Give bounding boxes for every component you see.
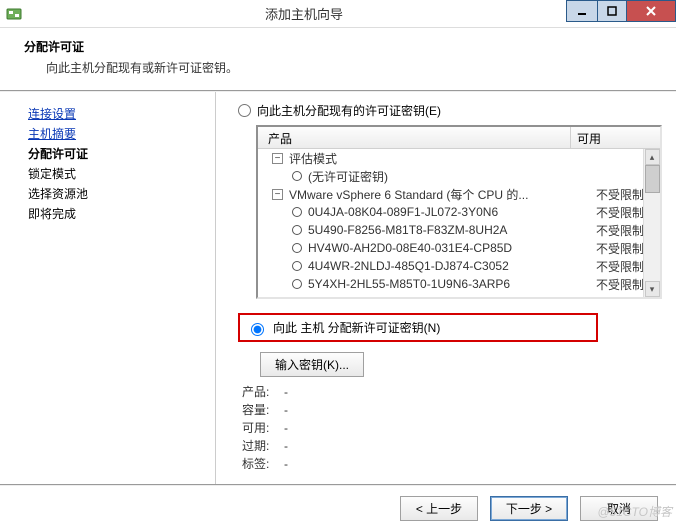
column-available[interactable]: 可用 (571, 127, 643, 148)
step-connection-settings[interactable]: 连接设置 (28, 104, 207, 124)
license-details: 产品:- 容量:- 可用:- 过期:- 标签:- (242, 383, 662, 473)
next-button[interactable]: 下一步 > (490, 496, 568, 521)
step-host-summary[interactable]: 主机摘要 (28, 124, 207, 144)
watermark: @51CTO博客 (597, 503, 672, 520)
radio-icon[interactable] (292, 207, 302, 217)
step-ready-complete: 即将完成 (28, 204, 207, 224)
detail-available-value: - (284, 419, 288, 437)
detail-expire-value: - (284, 437, 288, 455)
radio-icon[interactable] (292, 243, 302, 253)
radio-icon[interactable] (292, 261, 302, 271)
tree-item-key[interactable]: HV4W0-AH2D0-08E40-031E4-CP85D 不受限制 (258, 239, 660, 257)
radio-new-key-label: 向此 主机 分配新许可证密钥(N) (273, 319, 440, 336)
detail-expire-label: 过期: (242, 437, 284, 455)
detail-label-label: 标签: (242, 455, 284, 473)
detail-label-value: - (284, 455, 288, 473)
page-subtitle: 向此主机分配现有或新许可证密钥。 (46, 59, 662, 76)
tree-item-key[interactable]: 0U4JA-08K04-089F1-JL072-3Y0N6 不受限制 (258, 203, 660, 221)
back-button[interactable]: < 上一步 (400, 496, 478, 521)
maximize-button[interactable] (597, 1, 627, 21)
radio-icon[interactable] (292, 279, 302, 289)
detail-capacity-label: 容量: (242, 401, 284, 419)
detail-product-value: - (284, 383, 288, 401)
vertical-scrollbar[interactable]: ▴ ▾ (643, 149, 660, 297)
wizard-header: 分配许可证 向此主机分配现有或新许可证密钥。 (0, 28, 676, 92)
radio-new-key[interactable] (251, 323, 264, 336)
wizard-main: 向此主机分配现有的许可证密钥(E) 产品 可用 − 评估模式 (无许可证密钥) (216, 92, 676, 484)
close-button[interactable] (627, 1, 675, 21)
app-icon (6, 6, 22, 22)
radio-existing-key-label: 向此主机分配现有的许可证密钥(E) (257, 102, 441, 119)
radio-existing-key[interactable] (238, 104, 251, 117)
radio-icon[interactable] (292, 225, 302, 235)
detail-product-label: 产品: (242, 383, 284, 401)
step-assign-license: 分配许可证 (28, 144, 207, 164)
tree-group-standard[interactable]: − VMware vSphere 6 Standard (每个 CPU 的...… (258, 185, 660, 203)
minimize-button[interactable] (567, 1, 597, 21)
radio-existing-key-row[interactable]: 向此主机分配现有的许可证密钥(E) (238, 102, 662, 119)
tree-item-key[interactable]: 5U490-F8256-M81T8-F83ZM-8UH2A 不受限制 (258, 221, 660, 239)
license-listbox: 产品 可用 − 评估模式 (无许可证密钥) − VMware vSphere 6 (256, 125, 662, 299)
wizard-body: 连接设置 主机摘要 分配许可证 锁定模式 选择资源池 即将完成 向此主机分配现有… (0, 92, 676, 484)
scroll-track[interactable] (645, 193, 660, 281)
wizard-steps-sidebar: 连接设置 主机摘要 分配许可证 锁定模式 选择资源池 即将完成 (0, 92, 216, 484)
radio-new-key-row[interactable]: 向此 主机 分配新许可证密钥(N) (238, 313, 598, 342)
column-product[interactable]: 产品 (258, 127, 571, 148)
tree-item-key[interactable]: 5Y4XH-2HL55-M85T0-1U9N6-3ARP6 不受限制 (258, 275, 660, 293)
collapse-icon[interactable]: − (272, 189, 283, 200)
detail-available-label: 可用: (242, 419, 284, 437)
step-lockdown-mode: 锁定模式 (28, 164, 207, 184)
enter-key-row: 输入密钥(K)... (260, 352, 662, 377)
radio-icon[interactable] (292, 171, 302, 181)
enter-key-button[interactable]: 输入密钥(K)... (260, 352, 364, 377)
tree-group-eval[interactable]: − 评估模式 (258, 149, 660, 167)
collapse-icon[interactable]: − (272, 153, 283, 164)
tree-item-key[interactable]: 4U4WR-2NLDJ-485Q1-DJ874-C3052 不受限制 (258, 257, 660, 275)
page-title: 分配许可证 (24, 38, 662, 55)
scroll-down-button[interactable]: ▾ (645, 281, 660, 297)
tree-item-no-key[interactable]: (无许可证密钥) (258, 167, 660, 185)
window-controls (566, 0, 676, 22)
scroll-up-button[interactable]: ▴ (645, 149, 660, 165)
step-resource-pool: 选择资源池 (28, 184, 207, 204)
license-list-header: 产品 可用 (258, 127, 660, 149)
detail-capacity-value: - (284, 401, 288, 419)
wizard-footer: < 上一步 下一步 > 取消 (0, 484, 676, 531)
scroll-thumb[interactable] (645, 165, 660, 193)
titlebar: 添加主机向导 (0, 0, 676, 28)
license-list-body[interactable]: − 评估模式 (无许可证密钥) − VMware vSphere 6 Stand… (258, 149, 660, 297)
